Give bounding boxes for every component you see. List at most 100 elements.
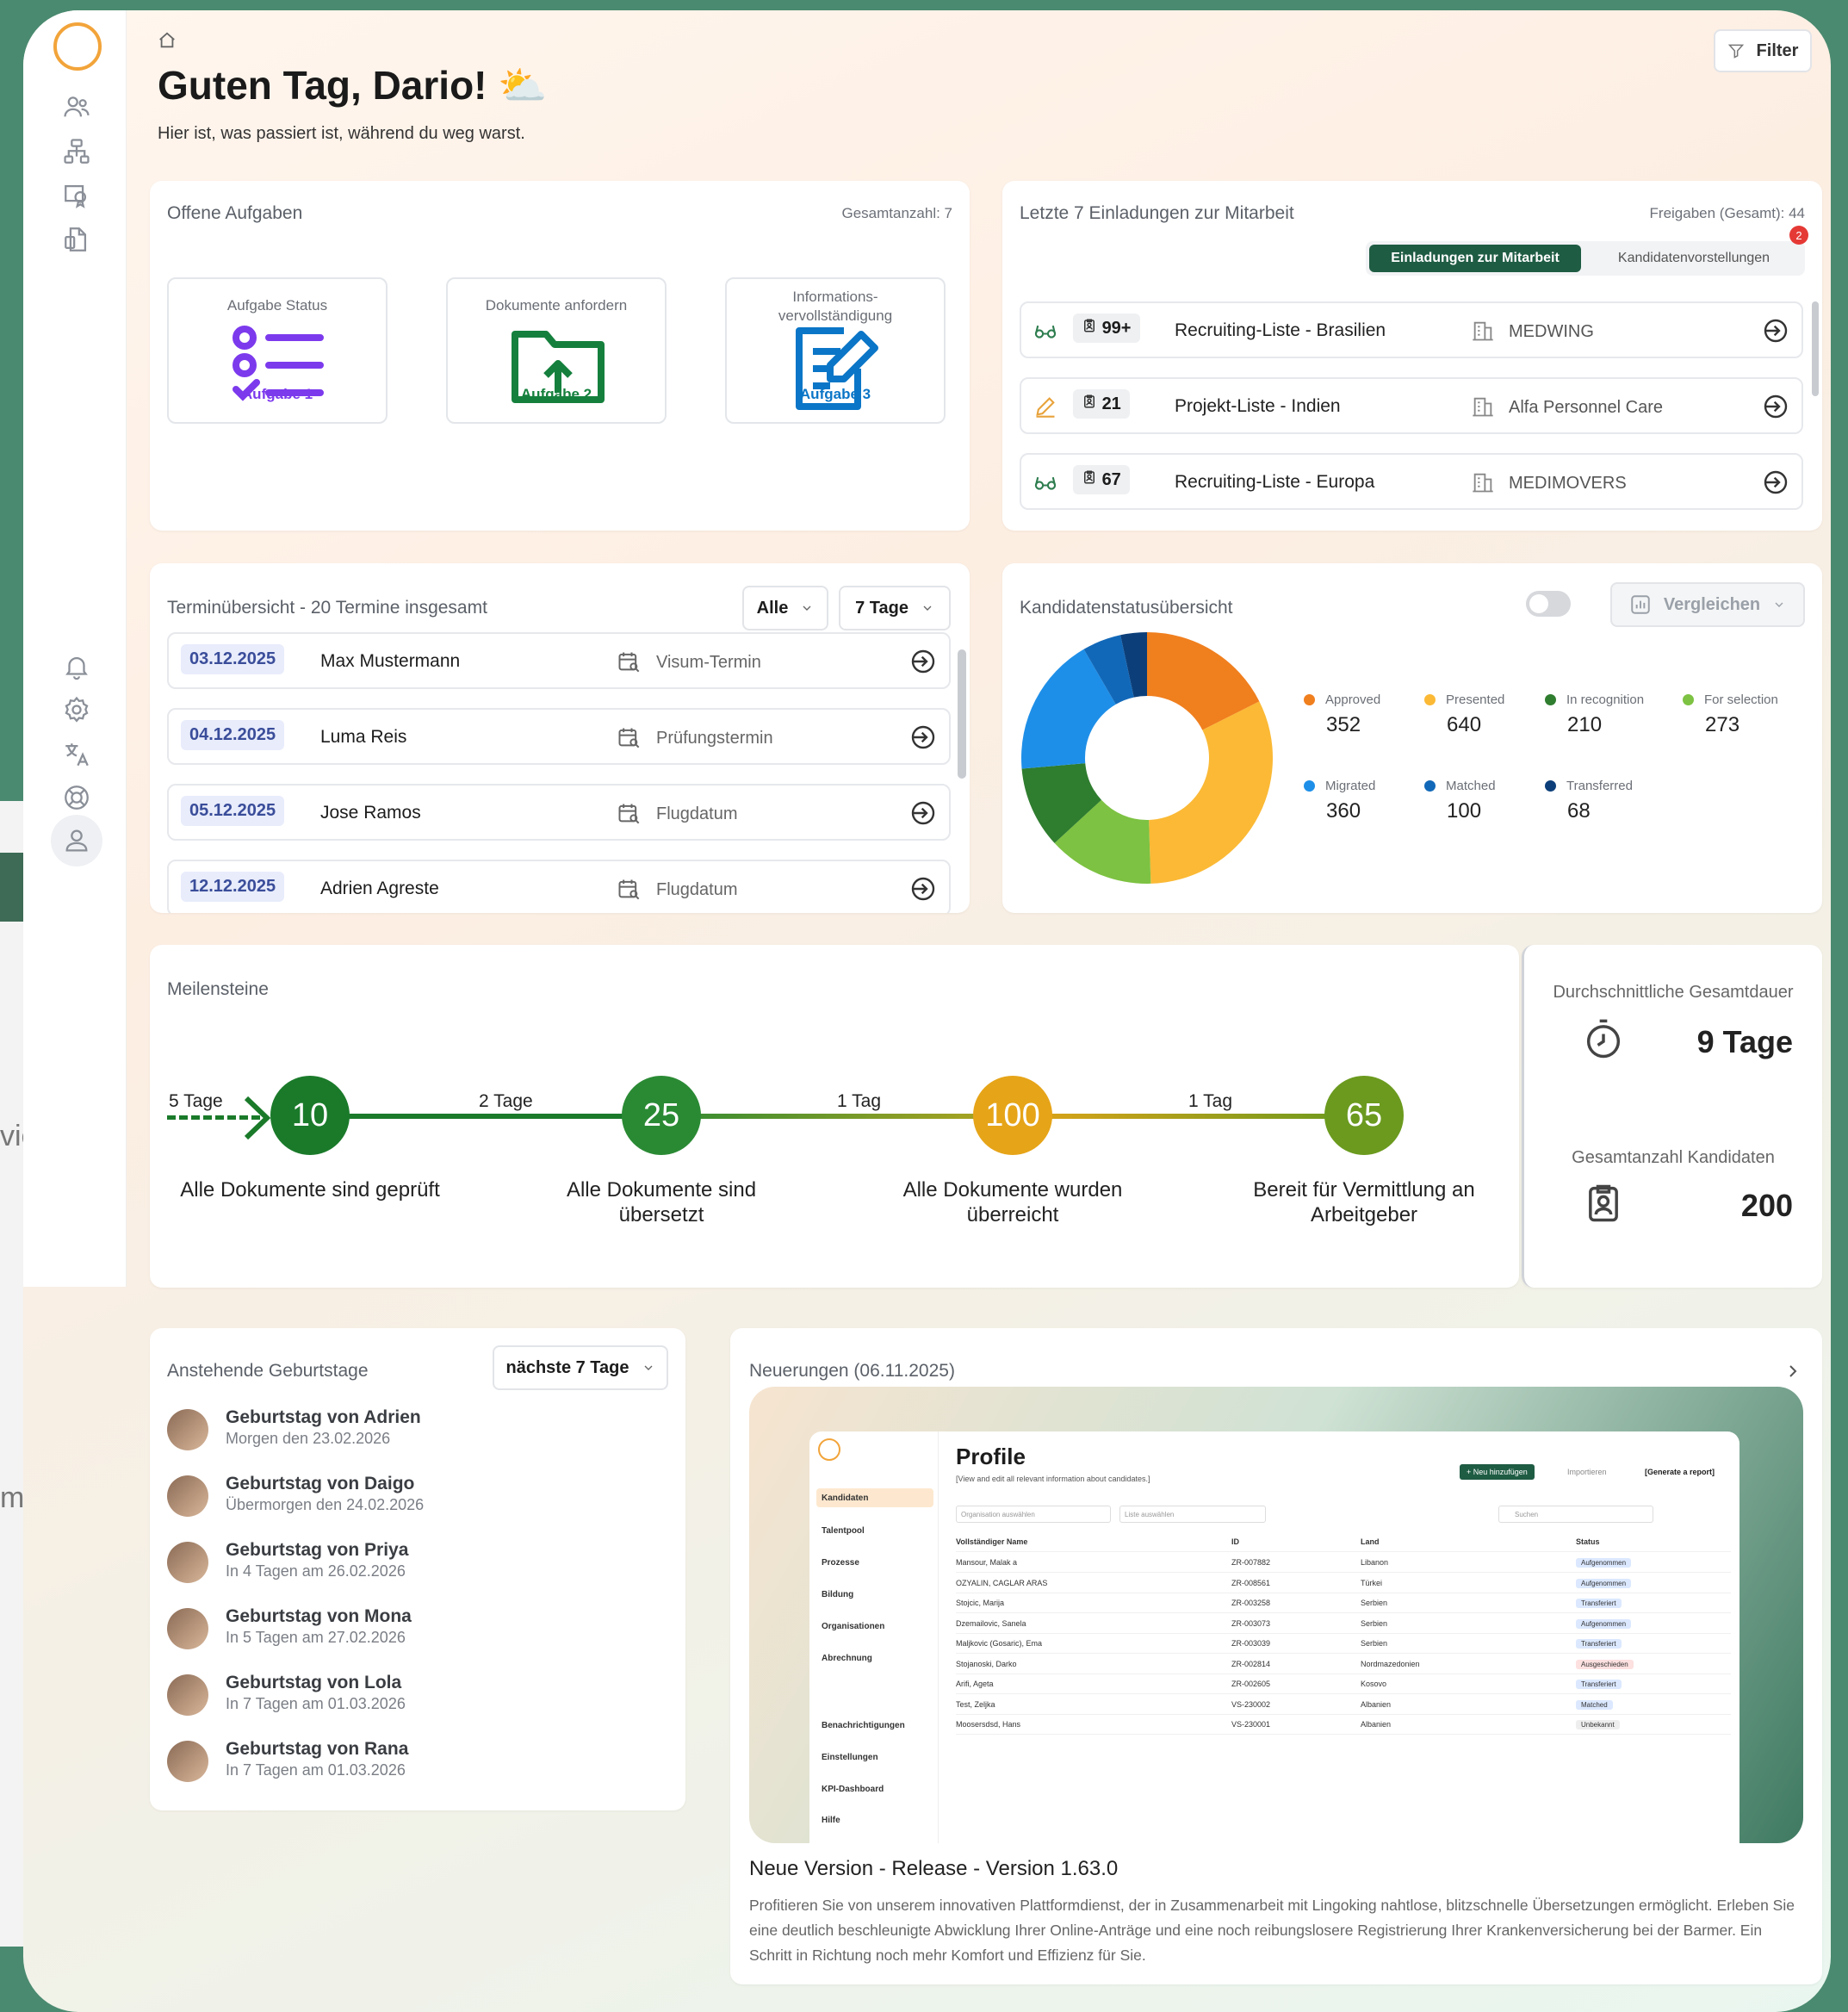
appointment-date: 05.12.2025 <box>181 796 285 826</box>
preview-cell: Moosersdsd, Hans <box>956 1720 1021 1729</box>
legend-item[interactable]: Transferred 68 <box>1545 779 1633 823</box>
education-icon[interactable] <box>58 176 96 214</box>
translate-icon[interactable] <box>58 736 96 773</box>
chevron-down-icon <box>644 1365 652 1370</box>
milestone-node[interactable]: 10 <box>270 1076 350 1155</box>
invitation-row[interactable]: 21 Projekt-Liste - Indien Alfa Personnel… <box>1020 377 1803 434</box>
preview-sidebar: Kandidaten Talentpool Prozesse Bildung O… <box>809 1431 939 1843</box>
birthday-name: Geburtstag von Adrien <box>226 1407 421 1427</box>
preview-cell: Stojanoski, Darko <box>956 1659 1017 1668</box>
preview-nav-item: Bildung <box>822 1590 854 1599</box>
legend-dot <box>1304 694 1315 706</box>
preview-cell: ZR-003258 <box>1231 1599 1271 1607</box>
arrow-right-circle-icon[interactable] <box>909 648 937 675</box>
compare-toggle[interactable] <box>1526 591 1571 617</box>
legend-item[interactable]: In recognition 210 <box>1545 692 1644 737</box>
chevron-right-icon[interactable] <box>1783 1361 1803 1382</box>
legend-item[interactable]: Matched 100 <box>1424 779 1496 823</box>
arrow-right-circle-icon[interactable] <box>1762 393 1789 420</box>
appointment-person: Luma Reis <box>320 727 407 747</box>
legend-dot <box>1545 694 1556 706</box>
invitations-card: Letzte 7 Einladungen zur Mitarbeit Freig… <box>1002 181 1822 531</box>
calendar-search-icon <box>618 804 640 824</box>
appointment-row[interactable]: 05.12.2025 Jose Ramos Flugdatum <box>167 784 951 841</box>
help-icon[interactable] <box>58 779 96 817</box>
preview-cell: ZR-002605 <box>1231 1680 1271 1688</box>
birthdays-title: Anstehende Geburtstage <box>167 1361 369 1381</box>
gear-icon[interactable] <box>58 691 96 729</box>
legend-item[interactable]: Migrated 360 <box>1304 779 1375 823</box>
legend-label: Transferred <box>1566 779 1633 793</box>
appointment-row[interactable]: 03.12.2025 Max Mustermann Visum-Termin <box>167 632 951 689</box>
legend-label: Approved <box>1325 692 1381 707</box>
birthday-date: In 4 Tagen am 26.02.2026 <box>226 1562 406 1580</box>
appointment-date: 04.12.2025 <box>181 720 285 750</box>
invitation-row[interactable]: 99+ Recruiting-Liste - Brasilien MEDWING <box>1020 301 1803 358</box>
compare-button[interactable]: Vergleichen <box>1610 582 1805 627</box>
appointment-date: 12.12.2025 <box>181 872 285 902</box>
avatar <box>167 1409 208 1450</box>
org-chart-icon[interactable] <box>58 133 96 171</box>
tab-candidate-presentations[interactable]: Kandidatenvorstellungen <box>1586 245 1801 272</box>
invitation-list-name: Recruiting-Liste - Europa <box>1175 472 1375 492</box>
legend-item[interactable]: Approved 352 <box>1304 692 1380 737</box>
milestone-node[interactable]: 100 <box>973 1076 1052 1155</box>
preview-cell: Dzemailovic, Sanela <box>956 1618 1026 1628</box>
calendar-search-icon <box>618 879 640 900</box>
users-icon[interactable] <box>58 88 96 126</box>
invitations-tabs: Einladungen zur Mitarbeit Kandidatenvors… <box>1366 226 1808 276</box>
home-icon[interactable] <box>158 31 177 50</box>
appointments-filter-all[interactable]: Alle <box>742 586 828 630</box>
legend-item[interactable]: Presented 640 <box>1424 692 1504 737</box>
milestone-node[interactable]: 25 <box>622 1076 701 1155</box>
pencil-icon <box>1036 397 1055 418</box>
preview-cell: ZR-008561 <box>1231 1578 1271 1587</box>
birthdays-range-select[interactable]: nächste 7 Tage <box>493 1345 668 1390</box>
appointments-filter-range[interactable]: 7 Tage <box>839 586 951 630</box>
status-donut-chart <box>1021 632 1273 884</box>
preview-table-row: Maljkovic (Gosaric), Ema ZR-003039 Serbien… <box>956 1633 1731 1654</box>
task-tile-documents[interactable]: Dokumente anfordern Aufgabe 2 <box>446 277 667 424</box>
preview-table-row: OZYALIN, CAGLAR ARAS ZR-008561 Türkei Aufge… <box>956 1573 1731 1593</box>
birthdays-card: Anstehende Geburtstage nächste 7 Tage Ge… <box>150 1328 685 1810</box>
building-icon <box>1473 321 1493 341</box>
preview-nav-item: Benachrichtigungen <box>822 1721 905 1730</box>
legend-value: 360 <box>1326 799 1361 823</box>
task-tile-action: Aufgabe 3 <box>799 386 871 402</box>
birthday-date: In 7 Tagen am 01.03.2026 <box>226 1695 406 1712</box>
milestone-node[interactable]: 65 <box>1324 1076 1404 1155</box>
notification-badge: 2 <box>1789 226 1808 245</box>
birthdays-range-label: nächste 7 Tage <box>505 1357 629 1377</box>
appointments-scrollbar[interactable] <box>958 649 966 779</box>
preview-add-button: + Neu hinzufügen <box>1460 1464 1535 1480</box>
avatar <box>167 1608 208 1649</box>
arrow-right-circle-icon[interactable] <box>909 875 937 903</box>
task-tile-status[interactable]: Aufgabe Status Aufgabe 1 <box>167 277 388 424</box>
documents-icon[interactable] <box>58 220 96 258</box>
preview-app: Kandidaten Talentpool Prozesse Bildung O… <box>809 1431 1739 1843</box>
task-tile-label: Dokumente anfordern <box>485 297 628 314</box>
appointment-row[interactable]: 04.12.2025 Luma Reis Prüfungstermin <box>167 708 951 765</box>
invitations-scrollbar[interactable] <box>1812 301 1819 396</box>
preview-cell: ZR-003039 <box>1231 1639 1271 1648</box>
tab-invitations[interactable]: Einladungen zur Mitarbeit <box>1369 245 1581 272</box>
task-tile-information[interactable]: Informations- vervollständigung Aufgabe … <box>725 277 946 424</box>
arrow-right-circle-icon[interactable] <box>909 723 937 751</box>
arrow-right-circle-icon[interactable] <box>1762 317 1789 345</box>
appointment-person: Jose Ramos <box>320 803 421 823</box>
release-text: Profitieren Sie von unserem innovativen … <box>749 1897 1795 1964</box>
invitation-company: Alfa Personnel Care <box>1509 398 1663 417</box>
arrow-right-circle-icon[interactable] <box>1762 469 1789 496</box>
invitation-row[interactable]: 67 Recruiting-Liste - Europa MEDIMOVERS <box>1020 453 1803 510</box>
filter-button[interactable]: Filter <box>1714 29 1812 72</box>
logo[interactable] <box>53 22 102 71</box>
arrow-right-circle-icon[interactable] <box>909 799 937 827</box>
appointment-row[interactable]: 12.12.2025 Adrien Agreste Flugdatum <box>167 860 951 913</box>
preview-table-row: Dzemailovic, Sanela ZR-003073 Serbien Aufge… <box>956 1613 1731 1634</box>
legend-item[interactable]: For selection 273 <box>1683 692 1778 737</box>
candidate-status-card: Kandidatenstatusübersicht Vergleichen Ap… <box>1002 563 1822 913</box>
profile-icon[interactable] <box>51 815 102 866</box>
donut-slice-presented[interactable] <box>1149 701 1273 884</box>
bell-icon[interactable] <box>58 648 96 686</box>
legend-dot <box>1424 780 1436 792</box>
